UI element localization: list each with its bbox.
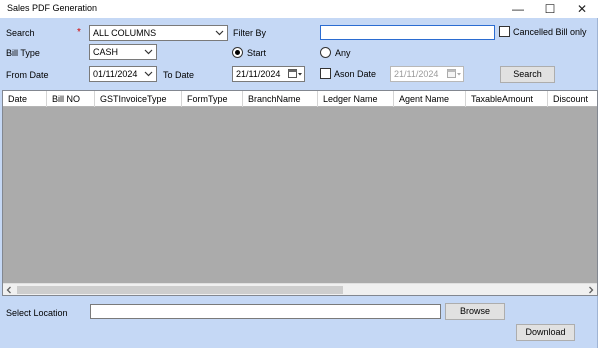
column-header-agent-name[interactable]: Agent Name (394, 91, 466, 107)
location-input[interactable] (90, 304, 441, 319)
chevron-down-icon (144, 49, 153, 55)
scroll-left-arrow-icon[interactable] (3, 284, 15, 296)
download-button[interactable]: Download (516, 324, 575, 341)
ason-date-value: 21/11/2024 (394, 69, 439, 79)
column-header-gst-invoice-type[interactable]: GSTInvoiceType (95, 91, 182, 107)
ason-date-label: Ason Date (334, 69, 377, 79)
to-date-picker[interactable]: 21/11/2024 (232, 66, 305, 82)
column-header-bill-no[interactable]: Bill NO (47, 91, 95, 107)
cancelled-bill-label: Cancelled Bill only (513, 27, 587, 37)
ason-date-checkbox[interactable] (320, 68, 331, 79)
calendar-icon (288, 69, 302, 78)
bill-type-value: CASH (93, 47, 119, 57)
column-header-ledger-name[interactable]: Ledger Name (318, 91, 394, 107)
column-header-form-type[interactable]: FormType (182, 91, 243, 107)
any-radio[interactable] (320, 47, 331, 58)
sales-pdf-generation-window: Sales PDF Generation — ☐ ✕ Search * ALL … (0, 0, 598, 348)
scroll-right-arrow-icon[interactable] (585, 284, 597, 296)
any-label: Any (335, 48, 351, 58)
search-column-value: ALL COLUMNS (93, 28, 157, 38)
from-date-picker[interactable]: 01/11/2024 (89, 66, 157, 82)
to-date-label: To Date (163, 70, 195, 80)
chevron-down-icon (215, 30, 224, 36)
cancelled-bill-checkbox[interactable] (499, 26, 510, 37)
search-column-select[interactable]: ALL COLUMNS (89, 25, 228, 41)
grid-header: Date Bill NO GSTInvoiceType FormType Bra… (3, 91, 597, 107)
calendar-icon (447, 69, 461, 78)
maximize-icon: ☐ (544, 2, 556, 16)
filter-input[interactable] (320, 25, 495, 40)
search-button[interactable]: Search (500, 66, 555, 83)
column-header-taxable-amount[interactable]: TaxableAmount (466, 91, 548, 107)
from-date-label: From Date (6, 70, 49, 80)
required-mark: * (77, 27, 81, 38)
column-header-branch-name[interactable]: BranchName (243, 91, 318, 107)
filter-by-label: Filter By (233, 28, 267, 38)
from-date-value: 01/11/2024 (93, 69, 138, 79)
browse-button[interactable]: Browse (445, 303, 505, 320)
search-label: Search (6, 28, 35, 38)
maximize-button[interactable]: ☐ (534, 0, 566, 18)
window-title: Sales PDF Generation (7, 3, 98, 13)
bill-type-label: Bill Type (6, 48, 40, 58)
close-button[interactable]: ✕ (566, 0, 598, 18)
start-label: Start (247, 48, 267, 58)
column-header-discount[interactable]: Discount (548, 91, 597, 107)
bills-grid[interactable]: Date Bill NO GSTInvoiceType FormType Bra… (2, 90, 598, 296)
bill-type-select[interactable]: CASH (89, 44, 157, 60)
minimize-icon: — (512, 2, 524, 16)
select-location-label: Select Location (6, 308, 68, 318)
close-icon: ✕ (576, 2, 588, 16)
chevron-down-icon (144, 71, 153, 77)
ason-date-picker[interactable]: 21/11/2024 (390, 66, 464, 82)
title-bar: Sales PDF Generation — ☐ ✕ (0, 0, 598, 18)
horizontal-scrollbar[interactable] (3, 283, 597, 295)
scrollbar-thumb[interactable] (17, 286, 343, 294)
to-date-value: 21/11/2024 (236, 69, 281, 79)
minimize-button[interactable]: — (502, 0, 534, 18)
column-header-date[interactable]: Date (3, 91, 47, 107)
start-radio[interactable] (232, 47, 243, 58)
